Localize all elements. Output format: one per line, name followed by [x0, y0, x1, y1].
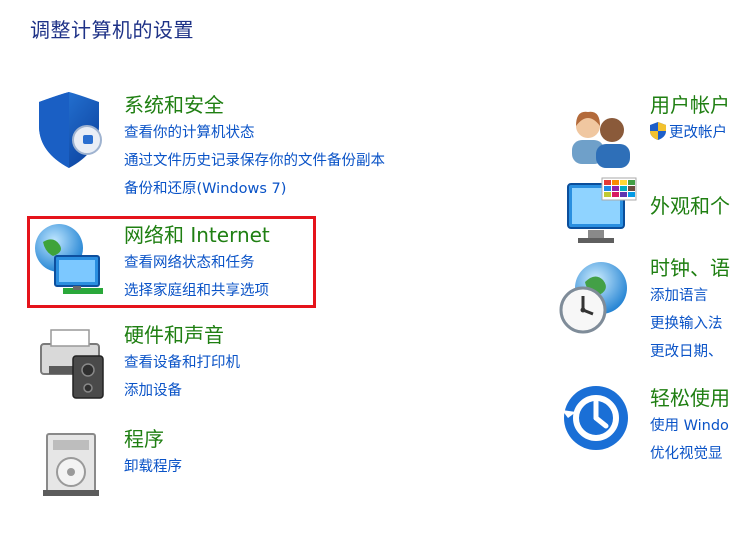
link-change-date[interactable]: 更改日期、: [650, 338, 730, 366]
program-disc-icon[interactable]: [33, 424, 113, 504]
clock-globe-icon[interactable]: [555, 258, 635, 338]
link-devices-printers[interactable]: 查看设备和打印机: [124, 349, 240, 377]
category-title-clock-region[interactable]: 时钟、语: [650, 254, 730, 282]
link-change-input-method[interactable]: 更换输入法: [650, 310, 730, 338]
printer-speaker-icon[interactable]: [33, 322, 113, 402]
category-title-appearance[interactable]: 外观和个: [650, 192, 730, 220]
shield-icon[interactable]: [33, 92, 113, 172]
network-globe-icon[interactable]: [33, 222, 113, 302]
users-icon[interactable]: [562, 100, 642, 180]
category-title-system-security[interactable]: 系统和安全: [124, 91, 385, 119]
link-homegroup-sharing[interactable]: 选择家庭组和共享选项: [124, 277, 270, 305]
uac-shield-icon: [650, 122, 666, 150]
page-title: 调整计算机的设置: [30, 18, 194, 42]
category-title-user-accounts[interactable]: 用户帐户: [650, 91, 730, 119]
link-backup-restore[interactable]: 备份和还原(Windows 7): [124, 175, 385, 203]
link-change-account[interactable]: 更改帐户: [650, 119, 730, 150]
link-change-account-label: 更改帐户: [669, 125, 727, 141]
link-optimize-visual-display[interactable]: 优化视觉显: [650, 440, 730, 468]
link-add-language[interactable]: 添加语言: [650, 282, 730, 310]
category-title-programs[interactable]: 程序: [124, 425, 182, 453]
category-title-ease-of-access[interactable]: 轻松使用: [650, 384, 730, 412]
link-use-windows-suggestions[interactable]: 使用 Windo: [650, 412, 730, 440]
link-add-device[interactable]: 添加设备: [124, 377, 240, 405]
control-panel-page: 调整计算机的设置 系统和安全 查看你的计算机状态 通过文件历史记录保存你的文件备…: [0, 0, 741, 547]
link-file-history-backup[interactable]: 通过文件历史记录保存你的文件备份副本: [124, 147, 385, 175]
category-title-hardware-sound[interactable]: 硬件和声音: [124, 321, 240, 349]
link-network-status-tasks[interactable]: 查看网络状态和任务: [124, 249, 270, 277]
link-view-computer-status[interactable]: 查看你的计算机状态: [124, 119, 385, 147]
link-uninstall-program[interactable]: 卸载程序: [124, 453, 182, 481]
ease-of-access-icon[interactable]: [562, 384, 642, 464]
monitor-palette-icon[interactable]: [562, 176, 642, 256]
category-title-network-internet[interactable]: 网络和 Internet: [124, 221, 270, 249]
